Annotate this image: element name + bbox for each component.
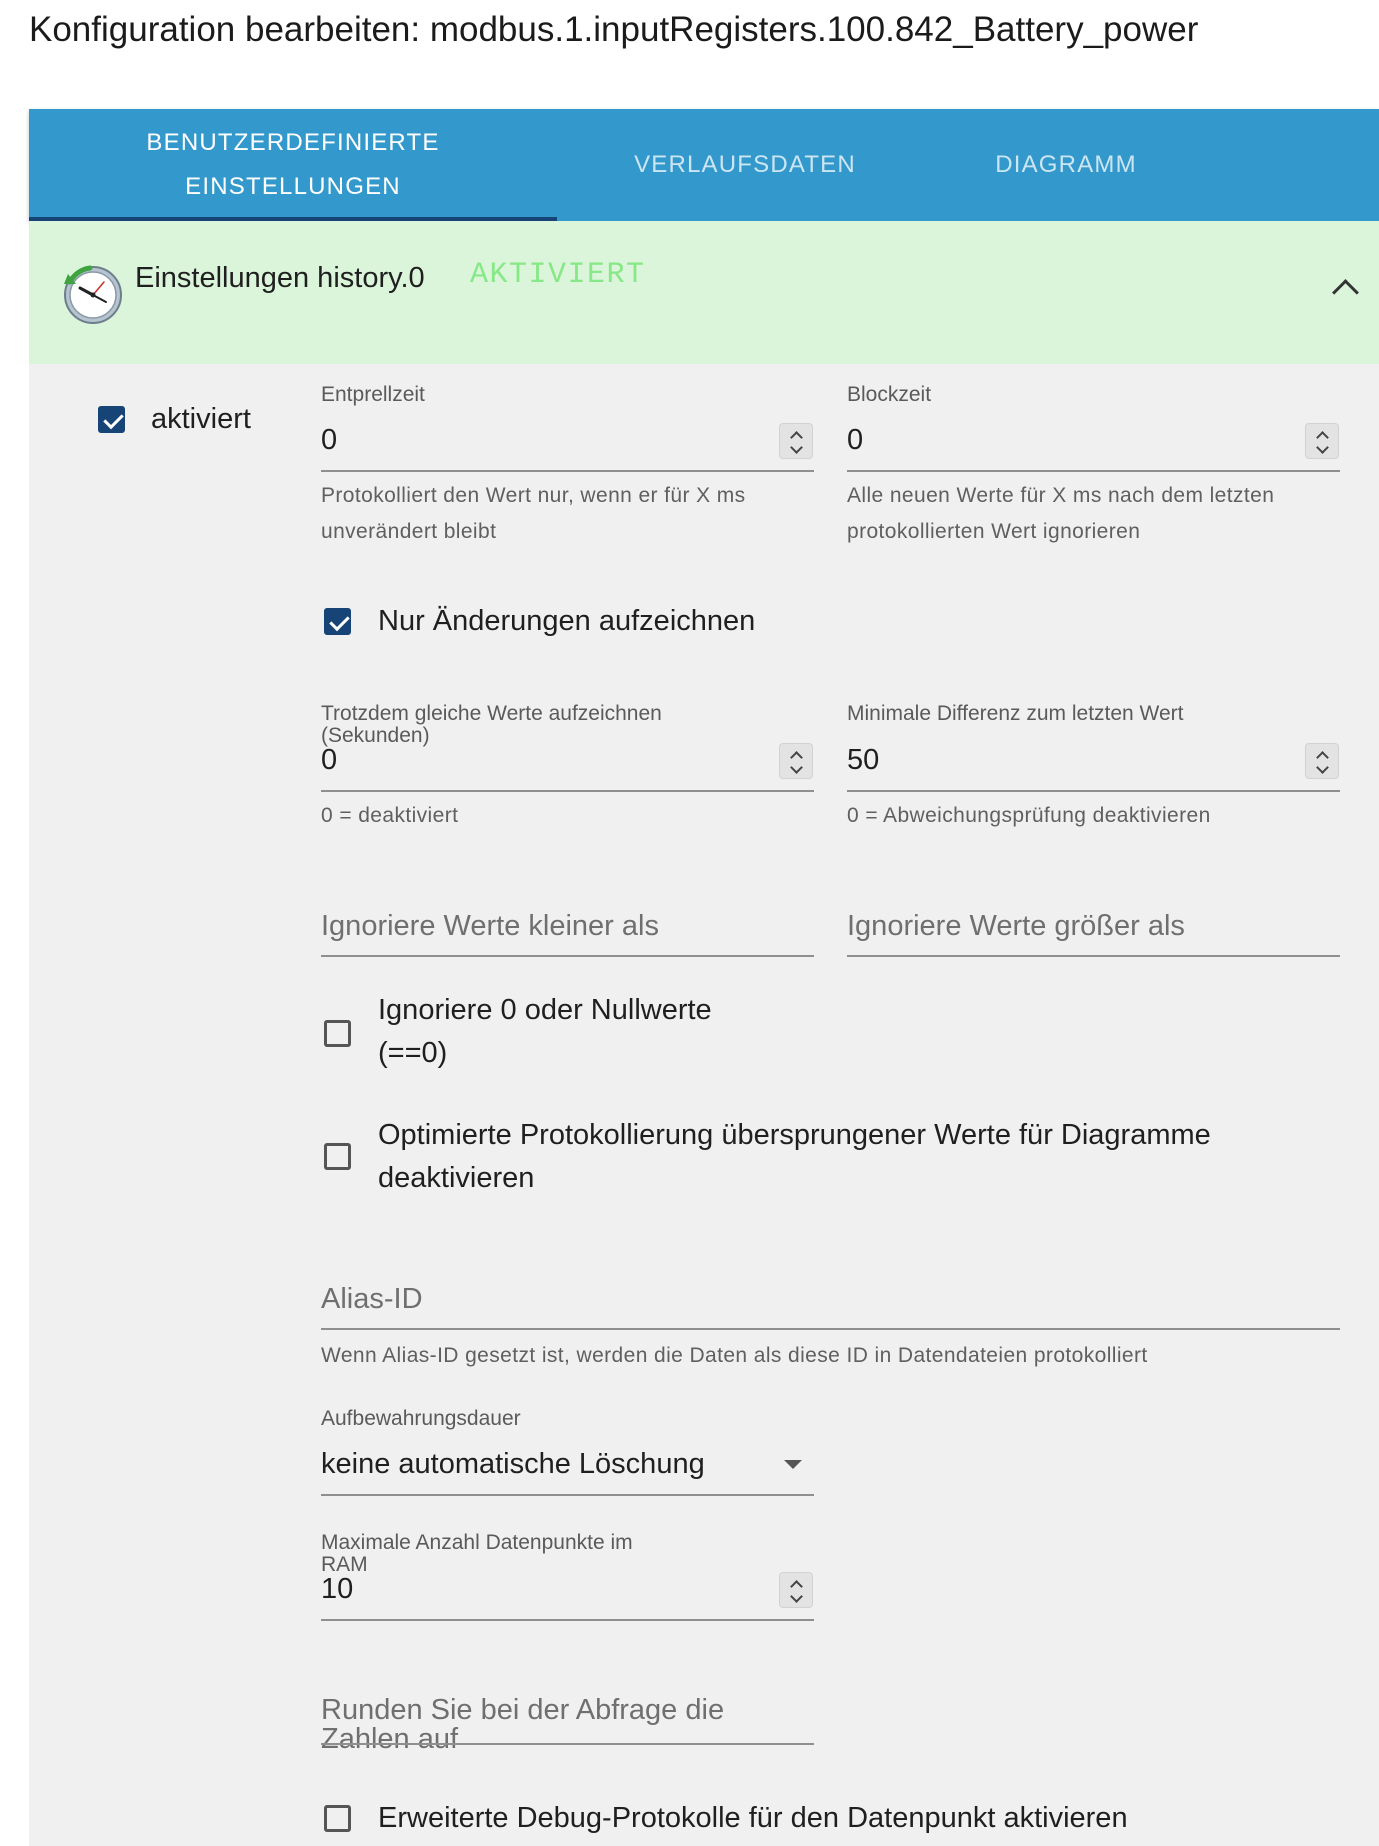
debounce-helper: Protokolliert den Wert nur, wenn er für … bbox=[321, 484, 746, 543]
tab-chart-label: DIAGRAMM bbox=[995, 151, 1137, 178]
retention-label: Aufbewahrungsdauer bbox=[321, 1407, 521, 1430]
min-difference-underline bbox=[847, 790, 1340, 792]
alias-id-underline bbox=[321, 1328, 1340, 1330]
tab-custom-settings[interactable]: BENUTZERDEFINIERTE EINSTELLUNGEN bbox=[29, 109, 557, 221]
page-title: Konfiguration bearbeiten: modbus.1.input… bbox=[29, 10, 1199, 49]
debounce-underline bbox=[321, 470, 814, 472]
disable-skipped-checkbox[interactable] bbox=[324, 1143, 351, 1170]
still-record-same-underline bbox=[321, 790, 814, 792]
enabled-checkbox[interactable] bbox=[98, 406, 125, 433]
alias-id-input[interactable]: Alias-ID bbox=[321, 1283, 423, 1316]
ignore-zero-label: Ignoriere 0 oder Nullwerte (==0) bbox=[378, 994, 712, 1069]
retention-select[interactable]: keine automatische Löschung bbox=[321, 1448, 705, 1481]
retention-underline bbox=[321, 1494, 814, 1496]
disable-skipped-label: Optimierte Protokollierung übersprungene… bbox=[378, 1119, 1211, 1194]
debounce-input[interactable]: 0 bbox=[321, 424, 337, 457]
block-time-helper: Alle neuen Werte für X ms nach dem letzt… bbox=[847, 484, 1275, 543]
history-clock-icon bbox=[60, 262, 124, 326]
still-record-same-label: Trotzdem gleiche Werte aufzeichnen (Seku… bbox=[321, 702, 662, 747]
tab-history-data[interactable]: VERLAUFSDATEN bbox=[557, 109, 933, 221]
panel-title: Einstellungen history.0 bbox=[135, 262, 425, 294]
enabled-label: aktiviert bbox=[151, 403, 251, 435]
block-time-input[interactable]: 0 bbox=[847, 424, 863, 457]
still-record-same-stepper[interactable] bbox=[779, 743, 813, 779]
min-difference-input[interactable]: 50 bbox=[847, 744, 879, 777]
changes-only-label: Nur Änderungen aufzeichnen bbox=[378, 605, 756, 637]
ignore-below-input[interactable]: Ignoriere Werte kleiner als bbox=[321, 910, 659, 943]
tab-history-data-label: VERLAUFSDATEN bbox=[634, 151, 856, 178]
still-record-same-input[interactable]: 0 bbox=[321, 744, 337, 777]
min-difference-stepper[interactable] bbox=[1305, 743, 1339, 779]
ignore-zero-checkbox[interactable] bbox=[324, 1020, 351, 1047]
ignore-below-underline bbox=[321, 955, 814, 957]
block-time-underline bbox=[847, 470, 1340, 472]
max-ram-points-input[interactable]: 10 bbox=[321, 1573, 353, 1606]
round-numbers-underline bbox=[321, 1743, 814, 1745]
alias-id-helper: Wenn Alias-ID gesetzt ist, werden die Da… bbox=[321, 1344, 1148, 1367]
min-difference-helper: 0 = Abweichungsprüfung deaktivieren bbox=[847, 804, 1211, 827]
tab-chart[interactable]: DIAGRAMM bbox=[933, 109, 1199, 221]
block-time-stepper[interactable] bbox=[1305, 423, 1339, 459]
chevron-down-icon[interactable] bbox=[784, 1460, 802, 1469]
max-ram-points-label: Maximale Anzahl Datenpunkte im RAM bbox=[321, 1531, 633, 1576]
debounce-stepper[interactable] bbox=[779, 423, 813, 459]
ignore-above-input[interactable]: Ignoriere Werte größer als bbox=[847, 910, 1185, 943]
round-numbers-input[interactable]: Runden Sie bei der Abfrage die Zahlen au… bbox=[321, 1696, 741, 1754]
debug-logs-label: Erweiterte Debug-Protokolle für den Date… bbox=[378, 1802, 1128, 1834]
ignore-above-underline bbox=[847, 955, 1340, 957]
min-difference-label: Minimale Differenz zum letzten Wert bbox=[847, 702, 1184, 725]
block-time-label: Blockzeit bbox=[847, 383, 932, 406]
tab-custom-settings-label-line1: BENUTZERDEFINIERTE bbox=[146, 129, 440, 156]
changes-only-checkbox[interactable] bbox=[324, 608, 351, 635]
settings-panel-body bbox=[29, 364, 1379, 1846]
debounce-label: Entprellzeit bbox=[321, 383, 425, 406]
still-record-same-helper: 0 = deaktiviert bbox=[321, 804, 459, 827]
max-ram-points-stepper[interactable] bbox=[779, 1572, 813, 1608]
panel-status: AKTIVIERT bbox=[470, 258, 646, 292]
max-ram-points-underline bbox=[321, 1619, 814, 1621]
tab-custom-settings-label-line2: EINSTELLUNGEN bbox=[185, 173, 401, 200]
tab-bar: BENUTZERDEFINIERTE EINSTELLUNGEN VERLAUF… bbox=[29, 109, 1379, 221]
debug-logs-checkbox[interactable] bbox=[324, 1805, 351, 1832]
